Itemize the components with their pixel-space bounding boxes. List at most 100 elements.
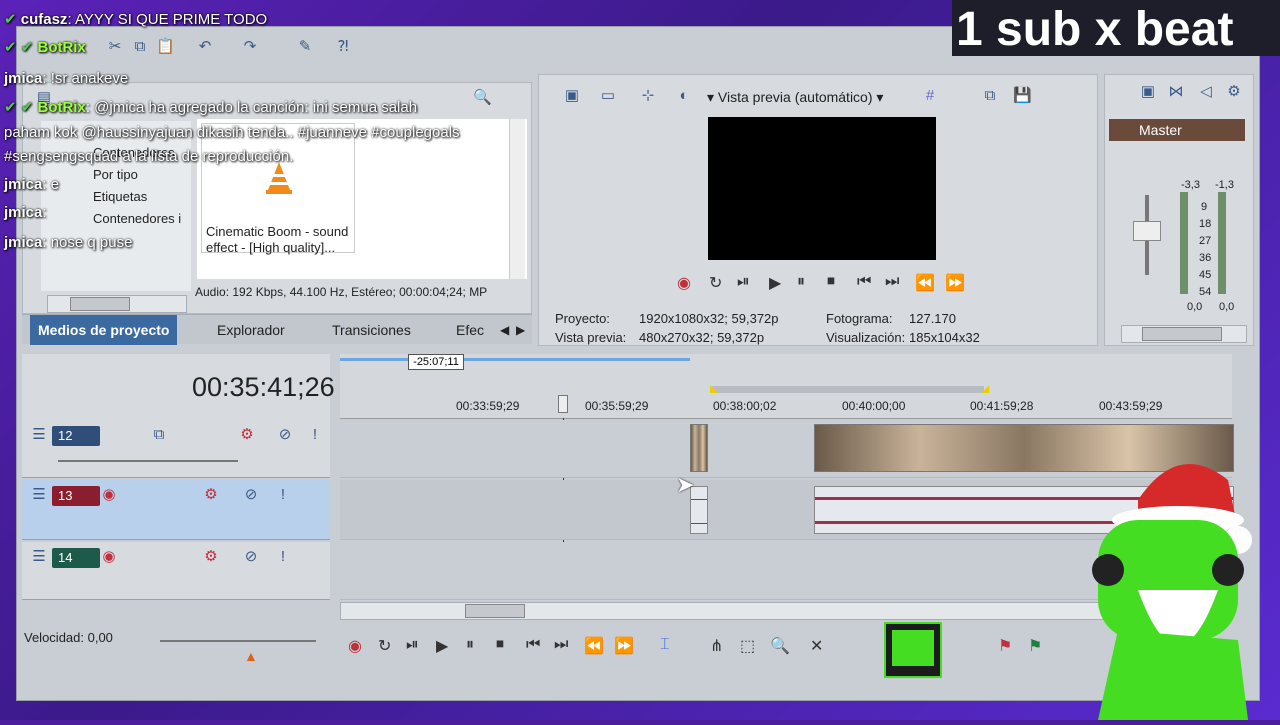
edit-tool-icon[interactable]: ⌶ — [660, 636, 670, 654]
preview-value: 480x270x32; 59,372p — [639, 330, 765, 345]
downmix-icon[interactable]: ◁ — [1197, 83, 1215, 101]
speed-slider[interactable] — [160, 640, 316, 642]
prev-frame-icon[interactable]: ⏪ — [584, 636, 604, 656]
solo-icon[interactable]: ! — [274, 486, 292, 504]
marker-bar[interactable]: -25:07;11 ◣ ◢ — [340, 354, 1232, 396]
speed-marker-icon[interactable]: ▲ — [244, 648, 258, 664]
tab-project-media[interactable]: Medios de proyecto — [30, 315, 178, 345]
chat-message: jmica: !sr anakeve — [4, 70, 128, 87]
stop-icon[interactable]: ⏹ — [827, 273, 835, 291]
tab-explorer[interactable]: Explorador — [217, 315, 285, 345]
solo-icon[interactable]: ! — [306, 426, 324, 444]
chat-user: jmica — [4, 204, 43, 221]
track-fx-icon[interactable]: ⚙ — [202, 486, 220, 504]
go-end-icon[interactable]: ⏭ — [554, 636, 568, 654]
next-frame-icon[interactable]: ⏩ — [614, 636, 634, 656]
ruler-tick: 00:40:00;00 — [842, 399, 906, 413]
track-menu-icon[interactable]: ☰ — [30, 548, 48, 566]
mixer-icon[interactable]: ▣ — [1139, 83, 1157, 101]
chat-text: : nose q puse — [42, 234, 133, 251]
ruler-tick: 00:33:59;29 — [456, 399, 520, 413]
tab-transitions[interactable]: Transiciones — [332, 315, 411, 345]
arm-record-icon[interactable]: ◉ — [100, 548, 118, 566]
mute-icon[interactable]: ⊘ — [276, 426, 294, 444]
record-icon[interactable]: ◉ — [348, 636, 362, 656]
tab-scroll-left-icon[interactable]: ◀ — [500, 315, 509, 345]
tab-effects[interactable]: Efec — [456, 315, 484, 345]
track-fx-icon[interactable]: ⚙ — [238, 426, 256, 444]
marker-icon[interactable]: ⚑ — [998, 636, 1012, 656]
record-icon[interactable]: ◉ — [677, 273, 691, 293]
mute-icon[interactable]: ⊘ — [242, 486, 260, 504]
track-menu-icon[interactable]: ☰ — [30, 426, 48, 444]
settings-icon[interactable]: ⚙ — [1225, 83, 1243, 101]
grid-icon[interactable]: # — [921, 87, 939, 105]
preview-mode-label: Vista previa (automático) — [717, 89, 873, 105]
track-fx-icon[interactable]: ⚙ — [202, 548, 220, 566]
envelope-tool-icon[interactable]: ⋔ — [710, 636, 723, 656]
track-number: 14 — [52, 548, 100, 568]
scale-label: 36 — [1199, 252, 1212, 264]
go-end-icon[interactable]: ⏭ — [885, 273, 899, 291]
mixer-scrollbar[interactable] — [1121, 325, 1247, 343]
scale-label: 18 — [1199, 218, 1212, 230]
stop-icon[interactable]: ⏹ — [496, 636, 504, 654]
track-menu-icon[interactable]: ☰ — [30, 486, 48, 504]
external-monitor-icon[interactable]: ▭ — [599, 87, 617, 105]
scale-label: 54 — [1199, 286, 1212, 298]
chat-user: jmica — [4, 234, 43, 251]
video-preview-screen — [708, 117, 936, 260]
chat-user: jmica — [4, 176, 43, 193]
split-screen-icon[interactable]: ◐ — [675, 87, 693, 105]
next-frame-icon[interactable]: ⏩ — [945, 273, 965, 293]
track-header-14[interactable]: 14 ☰ ◉ ⚙ ⊘ ! — [22, 542, 330, 600]
chat-message: ✔ cufasz: AYYY SI QUE PRIME TODO — [4, 11, 268, 28]
pause-icon[interactable]: ⏸ — [797, 273, 805, 291]
go-start-icon[interactable]: ⏮ — [857, 273, 871, 291]
arm-record-icon[interactable]: ◉ — [100, 486, 118, 504]
opacity-slider[interactable] — [58, 460, 238, 462]
fx-icon[interactable]: ⊹ — [639, 87, 657, 105]
loop-icon[interactable]: ↻ — [709, 273, 722, 293]
play-from-start-icon[interactable]: ⏯ — [406, 636, 419, 654]
chat-message: ✔ ✔ BotRix: @jmica ha agregado la canció… — [4, 99, 418, 116]
prev-frame-icon[interactable]: ⏪ — [915, 273, 935, 293]
timeline-ruler[interactable]: 00:33:59;29 00:35:59;29 00:38:00;02 00:4… — [340, 393, 1232, 419]
play-icon[interactable]: ▶ — [769, 273, 781, 293]
speed-label: Velocidad: 0,00 — [24, 630, 113, 645]
playhead-handle[interactable] — [558, 395, 568, 413]
track-number: 12 — [52, 426, 100, 446]
loop-icon[interactable]: ↻ — [378, 636, 391, 656]
play-icon[interactable]: ▶ — [436, 636, 448, 656]
copy-snapshot-icon[interactable]: ⧉ — [981, 87, 999, 105]
zoom-tool-icon[interactable]: 🔍 — [770, 636, 790, 656]
go-start-icon[interactable]: ⏮ — [526, 636, 540, 654]
solo-icon[interactable]: ! — [274, 548, 292, 566]
track-header-12[interactable]: 12 ☰ ⧉ ⚙ ⊘ ! — [22, 420, 330, 478]
chat-message: jmica: e — [4, 176, 59, 193]
chat-user: BotRix — [37, 99, 86, 116]
volume-fader[interactable] — [1133, 221, 1161, 241]
video-clip[interactable] — [690, 424, 708, 472]
timecode-area: 00:35:41;26 — [22, 354, 335, 420]
preview-quality-select[interactable]: ▾ Vista previa (automático) ▾ — [707, 89, 883, 106]
delete-icon[interactable]: ✕ — [810, 636, 823, 656]
meter-left — [1180, 192, 1188, 294]
project-props-icon[interactable]: ▣ — [563, 87, 581, 105]
compositing-icon[interactable]: ⧉ — [150, 426, 168, 444]
mute-icon[interactable]: ⊘ — [242, 548, 260, 566]
pause-icon[interactable]: ⏸ — [466, 636, 474, 654]
track-header-13[interactable]: 13 ☰ ◉ ⚙ ⊘ ! — [22, 480, 330, 540]
scale-label: 9 — [1201, 201, 1208, 213]
play-from-start-icon[interactable]: ⏯ — [737, 273, 750, 291]
tree-scrollbar[interactable] — [47, 295, 187, 313]
loop-region-bar[interactable] — [712, 386, 984, 393]
insert-bus-icon[interactable]: ⋈ — [1167, 83, 1185, 101]
chat-overlay: ✔ cufasz: AYYY SI QUE PRIME TODO ✔ ✔ Bot… — [0, 0, 560, 260]
frame-label: Fotograma: — [826, 311, 893, 326]
tab-scroll-right-icon[interactable]: ▶ — [516, 315, 525, 345]
master-header: Master — [1109, 119, 1245, 141]
region-icon[interactable]: ⚑ — [1028, 636, 1042, 656]
selection-tool-icon[interactable]: ⬚ — [740, 636, 755, 656]
save-snapshot-icon[interactable]: 💾 — [1013, 87, 1032, 105]
